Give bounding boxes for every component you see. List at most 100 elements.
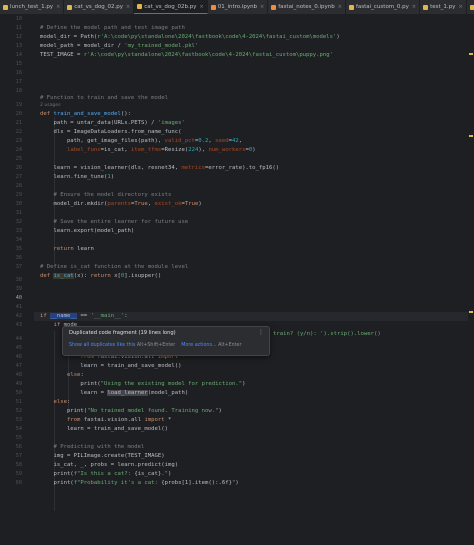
tab-label: cat_vs_dog_02b.py bbox=[144, 3, 197, 10]
line-number: 13 bbox=[15, 43, 22, 49]
close-icon[interactable]: × bbox=[56, 4, 60, 10]
line-number: 30 bbox=[15, 201, 22, 207]
line-number: 15 bbox=[15, 61, 22, 67]
code-line-42-tail: train? (y/n): ').strip().lower() bbox=[273, 331, 381, 337]
line-number: 50 bbox=[15, 390, 22, 396]
editor-scrollbar[interactable] bbox=[468, 15, 474, 545]
popup-menu-icon[interactable]: ⋮ bbox=[258, 329, 264, 336]
line-number: 33 bbox=[15, 228, 22, 234]
warning-marker[interactable] bbox=[469, 53, 473, 55]
tab-6[interactable]: test_1.py × bbox=[420, 0, 467, 14]
warning-marker[interactable] bbox=[469, 135, 473, 137]
line-number: 29 bbox=[15, 192, 22, 198]
line-number: 60 bbox=[15, 480, 22, 486]
line-number: 51 bbox=[15, 399, 22, 405]
close-icon[interactable]: × bbox=[126, 4, 130, 10]
line-number: 54 bbox=[15, 426, 22, 432]
line-number: 22 bbox=[15, 129, 22, 135]
line-number: 49 bbox=[15, 381, 22, 387]
code-line-20: path = untar_data(URLs.PETS) / 'images' bbox=[40, 120, 185, 126]
code-line-36: # Define is_cat function at the module l… bbox=[40, 264, 189, 270]
line-number: 12 bbox=[15, 34, 22, 40]
code-line-37: def is_cat(x): return x[0].isupper() bbox=[40, 273, 162, 279]
code-line-26: learn.fine_tune(1) bbox=[40, 174, 115, 180]
line-number: 37 bbox=[15, 264, 22, 270]
code-line-14: TEST_IMAGE = r'A:\code\py\standalone\202… bbox=[40, 52, 333, 58]
line-number: 18 bbox=[15, 88, 22, 94]
line-number: 41 bbox=[15, 304, 22, 310]
close-icon[interactable]: × bbox=[200, 4, 204, 10]
line-number: 20 bbox=[15, 111, 22, 117]
line-number: 40 bbox=[15, 295, 22, 301]
tab-label: fastai_notes_0.ipynb bbox=[278, 4, 335, 10]
tab-4[interactable]: fastai_notes_0.ipynb × bbox=[268, 0, 346, 14]
code-line-50: print("No trained model found. Training … bbox=[40, 408, 222, 414]
line-number: 21 bbox=[15, 120, 22, 126]
code-line-55: img = PILImage.create(TEST_IMAGE) bbox=[40, 453, 165, 459]
code-line-18: # Function to train and save the model bbox=[40, 95, 168, 101]
line-number: 42 bbox=[15, 313, 22, 319]
code-line-23: label_func=is_cat, item_tfms=Resize(224)… bbox=[66, 147, 256, 153]
code-line-34: return learn bbox=[53, 246, 94, 252]
popup-actions: Show all duplicates like this Alt+Shift+… bbox=[69, 343, 241, 348]
line-number: 14 bbox=[15, 52, 22, 58]
tab-label: test_1.py bbox=[430, 4, 456, 10]
line-number-gutter: 10 11 12 13 14 15 16 17 18 19 20 21 22 23 24 25 26 27 28 29… bbox=[0, 15, 34, 545]
line-number: 55 bbox=[15, 435, 22, 441]
tab-label: lunch_test_1.py bbox=[10, 4, 54, 10]
tab-7[interactable]: fastai_custom_1.py× bbox=[467, 0, 474, 14]
line-number: 58 bbox=[15, 462, 22, 468]
line-number: 19 bbox=[15, 102, 22, 108]
code-line-54: # Predicting with the model bbox=[40, 444, 145, 450]
line-number: 39 bbox=[15, 286, 22, 292]
line-number: 28 bbox=[15, 183, 22, 189]
tab-0[interactable]: lunch_test_1.py × bbox=[0, 0, 65, 14]
code-editor[interactable]: # Define the model path and test image p… bbox=[40, 15, 474, 545]
line-number: 57 bbox=[15, 453, 22, 459]
code-line-45: learn = train_and_save_model() bbox=[40, 363, 182, 369]
code-line-28: # Ensure the model directory exists bbox=[40, 192, 172, 198]
python-file-icon bbox=[3, 4, 8, 10]
notebook-file-icon bbox=[210, 4, 216, 10]
line-number: 11 bbox=[15, 25, 22, 31]
close-icon[interactable]: × bbox=[458, 4, 462, 10]
line-number: 24 bbox=[15, 147, 22, 153]
line-number: 38 bbox=[15, 277, 22, 283]
python-file-icon bbox=[423, 4, 429, 10]
usages-hint[interactable]: 2 usages bbox=[40, 103, 61, 108]
code-line-48: learn = load_learner(model_path) bbox=[40, 390, 189, 396]
line-number: 56 bbox=[15, 444, 22, 450]
line-number: 34 bbox=[15, 237, 22, 243]
tab-5[interactable]: fastai_custom_0.py × bbox=[346, 0, 421, 14]
line-number: 46 bbox=[15, 354, 22, 360]
line-number: 35 bbox=[15, 246, 22, 252]
code-line-57: print(f"Is this a cat?: {is_cat}.") bbox=[40, 471, 172, 477]
close-icon[interactable]: × bbox=[338, 4, 342, 10]
line-number: 26 bbox=[15, 165, 22, 171]
code-line-51: from fastai.vision.all import * bbox=[66, 417, 172, 423]
show-all-duplicates-link[interactable]: Show all duplicates like this bbox=[69, 343, 135, 348]
code-line-47: print("Using the existing model for pred… bbox=[40, 381, 246, 387]
code-line-19: def train_and_save_model(): bbox=[40, 111, 131, 117]
line-number: 25 bbox=[15, 156, 22, 162]
tab-1[interactable]: cat_vs_dog_02.py × bbox=[64, 0, 135, 14]
line-number: 17 bbox=[15, 79, 22, 85]
close-icon[interactable]: × bbox=[260, 4, 264, 10]
line-number: 43 bbox=[15, 322, 22, 328]
code-line-11: # Define the model path and test image p… bbox=[40, 25, 185, 31]
close-icon[interactable]: × bbox=[412, 4, 416, 10]
line-number: 53 bbox=[15, 417, 22, 423]
duplicate-code-popup: Duplicated code fragment (19 lines long)… bbox=[62, 326, 270, 356]
python-file-icon bbox=[348, 4, 354, 10]
python-file-icon bbox=[67, 4, 73, 10]
code-line-29: model_dir.mkdir(parents=True, exist_ok=T… bbox=[40, 201, 202, 207]
tab-label: fastai_custom_0.py bbox=[355, 4, 409, 10]
tab-2[interactable]: cat_vs_dog_02b.py × bbox=[134, 0, 208, 14]
line-number: 59 bbox=[15, 471, 22, 477]
popup-title: Duplicated code fragment (19 lines long) bbox=[69, 330, 176, 336]
tab-3[interactable]: 01_intro.ipynb × bbox=[208, 0, 269, 14]
code-line-49: else: bbox=[53, 399, 71, 405]
line-number: 44 bbox=[15, 336, 22, 342]
more-actions-link[interactable]: More actions... bbox=[181, 343, 216, 348]
warning-marker[interactable] bbox=[469, 311, 473, 313]
